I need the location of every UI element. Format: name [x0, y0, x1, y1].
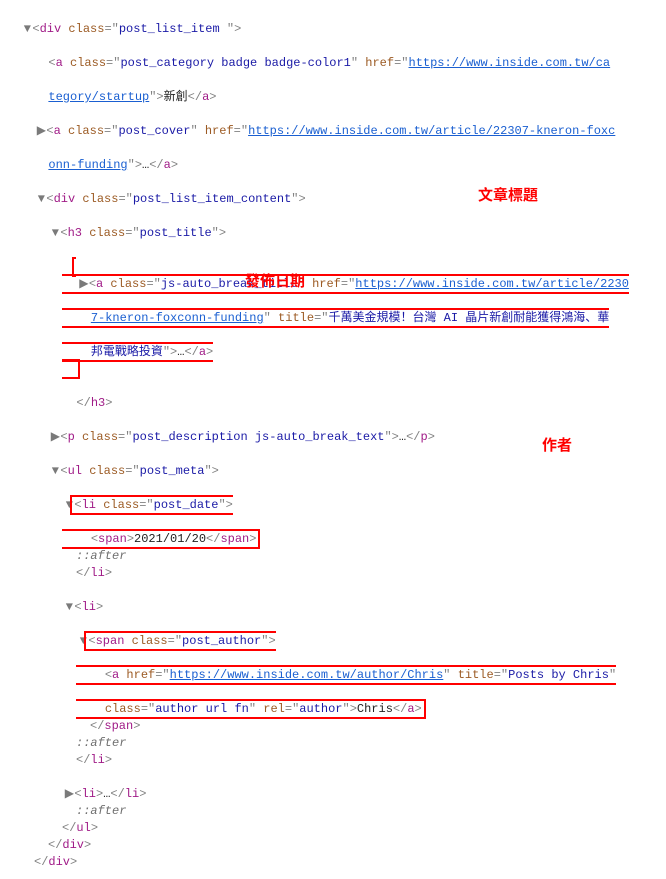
dom-node-span-post-author[interactable]: ▼<span class="post_author"> <a href="htt… — [6, 616, 660, 718]
dom-node-li-collapsed[interactable]: ▶<li>…</li> — [6, 769, 660, 803]
href-link[interactable]: 7-kneron-foxconn-funding — [91, 311, 264, 325]
annotation-label-date: 發佈日期 — [245, 272, 305, 289]
expand-toggle-icon[interactable]: ▼ — [50, 463, 60, 480]
annotation-label-title: 文章標題 — [478, 186, 538, 203]
expand-toggle-icon[interactable]: ▼ — [36, 191, 46, 208]
dom-close-div-content: </div> — [6, 837, 660, 854]
dom-node-li-post-date[interactable]: ▼<li class="post_date"> <span>2021/01/20… — [6, 480, 660, 548]
text-node: 新創 — [164, 90, 188, 104]
href-link[interactable]: https://www.inside.com.tw/article/22307-… — [248, 124, 615, 138]
href-link[interactable]: https://www.inside.com.tw/article/2230 — [355, 277, 629, 291]
dom-pseudo-after: ::after — [6, 803, 660, 820]
highlight-box-date: <li class="post_date"> <span>2021/01/20<… — [62, 495, 260, 549]
href-link[interactable]: onn-funding — [48, 158, 127, 172]
expand-toggle-icon[interactable]: ▼ — [64, 599, 74, 616]
dom-pseudo-after: ::after — [6, 735, 660, 752]
dom-close-li: </li> — [6, 752, 660, 769]
dom-pseudo-after: ::after — [6, 548, 660, 565]
expand-toggle-icon[interactable]: ▼ — [50, 225, 60, 242]
dom-close-span: </span> — [6, 718, 660, 735]
href-link[interactable]: tegory/startup — [48, 90, 149, 104]
expand-toggle-icon[interactable]: ▶ — [36, 123, 46, 140]
expand-toggle-icon[interactable]: ▶ — [50, 429, 60, 446]
dom-close-h3-inner: </h3> — [6, 378, 660, 412]
dom-node-a-post-cover-cont: onn-funding">…</a> — [6, 140, 660, 174]
dom-close-div-item: </div> — [6, 854, 660, 871]
dom-node-div-content[interactable]: ▼<div class="post_list_item_content"> — [6, 174, 660, 208]
href-link[interactable]: https://www.inside.com.tw/ca — [409, 56, 611, 70]
dom-node-a-post-category[interactable]: <a class="post_category badge badge-colo… — [6, 38, 660, 72]
dom-node-a-title-link[interactable]: ▶<a class="js-auto_break_title" href="ht… — [6, 242, 660, 378]
highlight-box-title: ▶<a class="js-auto_break_title" href="ht… — [62, 257, 629, 379]
dom-node-li-author[interactable]: ▼<li> — [6, 582, 660, 616]
href-link[interactable]: https://www.inside.com.tw/author/Chris — [170, 668, 444, 682]
dom-node-div-post-list-item[interactable]: ▼<div class="post_list_item "> — [6, 4, 660, 38]
expand-toggle-icon[interactable]: ▶ — [64, 786, 74, 803]
dom-close-li: </li> — [6, 565, 660, 582]
dom-node-h3-post-title[interactable]: ▼<h3 class="post_title"> — [6, 208, 660, 242]
text-date: 2021/01/20 — [134, 532, 206, 546]
expand-toggle-icon[interactable]: ▼ — [22, 21, 32, 38]
highlight-box-author: <span class="post_author"> <a href="http… — [76, 631, 616, 719]
dom-node-a-post-cover[interactable]: ▶<a class="post_cover" href="https://www… — [6, 106, 660, 140]
dom-close-ul: </ul> — [6, 820, 660, 837]
expand-toggle-icon[interactable]: ▶ — [79, 276, 89, 293]
dom-node-a-post-category-cont: tegory/startup">新創</a> — [6, 72, 660, 106]
text-author: Chris — [357, 702, 393, 716]
annotation-label-author: 作者 — [542, 436, 572, 453]
